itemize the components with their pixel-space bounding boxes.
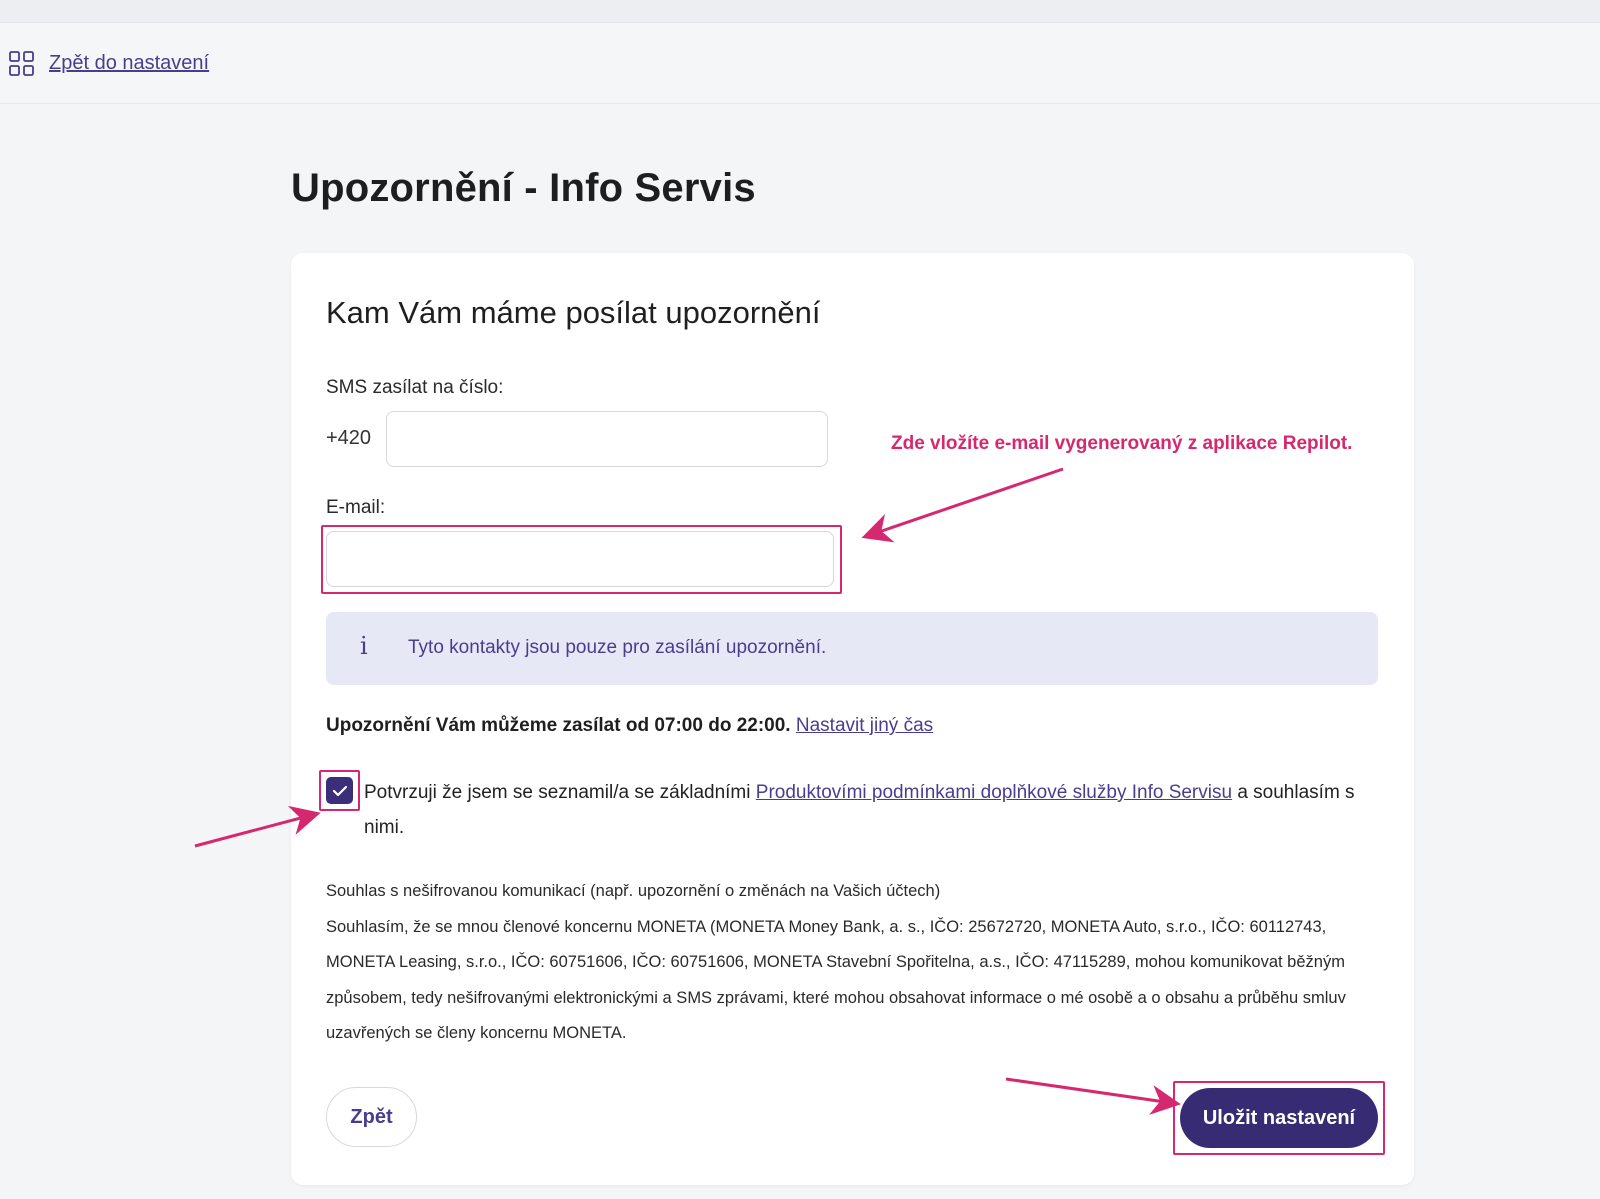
notification-time-text: Upozornění Vám můžeme zasílat od 07:00 d… (326, 715, 791, 736)
phone-input[interactable] (386, 411, 828, 467)
back-button[interactable]: Zpět (326, 1087, 417, 1147)
info-text: Tyto kontakty jsou pouze pro zasílání up… (408, 637, 827, 658)
top-navigation-bar: Zpět do nastavení (0, 23, 1600, 104)
back-to-settings-link[interactable]: Zpět do nastavení (9, 51, 209, 76)
notification-settings-card: Kam Vám máme posílat upozornění SMS zasí… (291, 253, 1414, 1185)
phone-prefix: +420 (326, 427, 372, 449)
legal-consent-block: Souhlas s nešifrovanou komunikací (např.… (326, 874, 1386, 1052)
grid-icon (9, 51, 34, 76)
info-box: i Tyto kontakty jsou pouze pro zasílání … (326, 612, 1378, 685)
browser-top-strip (0, 0, 1600, 23)
save-settings-button[interactable]: Uložit nastavení (1180, 1088, 1378, 1148)
product-terms-link[interactable]: Produktovími podmínkami doplňkové služby… (756, 782, 1232, 803)
card-title: Kam Vám máme posílat upozornění (326, 295, 821, 330)
legal-body: Souhlasím, že se mnou členové koncernu M… (326, 917, 1346, 1043)
back-to-settings-label[interactable]: Zpět do nastavení (49, 52, 209, 75)
annotation-text: Zde vložíte e-mail vygenerovaný z aplika… (891, 433, 1353, 454)
sms-label: SMS zasílat na číslo: (326, 377, 504, 398)
email-label: E-mail: (326, 497, 386, 518)
info-icon: i (360, 632, 368, 660)
notification-time-line: Upozornění Vám můžeme zasílat od 07:00 d… (326, 715, 933, 737)
email-input[interactable] (326, 531, 834, 587)
set-other-time-link[interactable]: Nastavit jiný čas (796, 715, 933, 736)
legal-heading: Souhlas s nešifrovanou komunikací (např.… (326, 882, 941, 900)
consent-text: Potvrzuji že jsem se seznamil/a se zákla… (364, 775, 1364, 845)
consent-checkbox[interactable] (326, 777, 353, 804)
consent-text-before: Potvrzuji že jsem se seznamil/a se zákla… (364, 782, 756, 803)
page-title: Upozornění - Info Servis (291, 166, 756, 210)
checkmark-icon (332, 785, 347, 796)
